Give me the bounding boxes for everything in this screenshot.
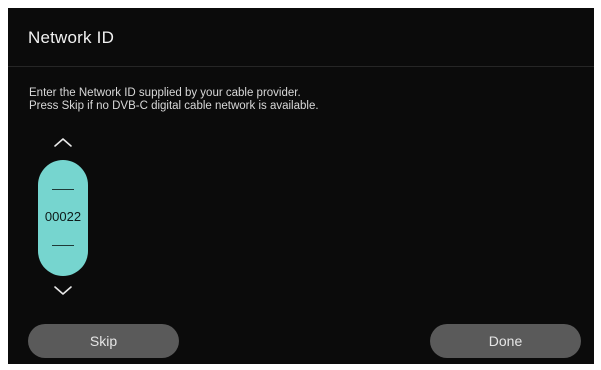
instruction-line-1: Enter the Network ID supplied by your ca… <box>29 87 301 99</box>
chevron-down-icon[interactable] <box>53 285 73 297</box>
chevron-up-icon[interactable] <box>53 136 73 148</box>
dialog-header: Network ID <box>8 8 594 67</box>
done-button[interactable]: Done <box>430 324 581 358</box>
network-id-dialog: Network ID Enter the Network ID supplied… <box>8 8 594 364</box>
instruction-line-2: Press Skip if no DVB-C digital cable net… <box>29 100 319 112</box>
picker-divider-top <box>52 189 74 190</box>
picker-divider-bottom <box>52 245 74 246</box>
network-id-picker[interactable]: 00022 <box>38 160 88 276</box>
dialog-title: Network ID <box>28 28 115 47</box>
network-id-value: 00022 <box>44 209 82 224</box>
instructions-text: Enter the Network ID supplied by your ca… <box>29 87 319 113</box>
skip-button[interactable]: Skip <box>28 324 179 358</box>
